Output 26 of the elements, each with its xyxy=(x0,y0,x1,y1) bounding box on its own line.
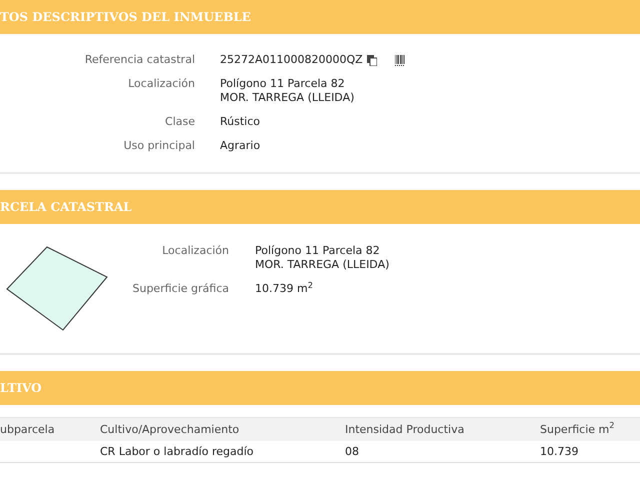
copy-icon[interactable] xyxy=(366,54,377,66)
field-value: Rústico xyxy=(220,115,260,129)
field-value: Agrario xyxy=(220,139,260,153)
section-header: TOS DESCRIPTIVOS DEL INMUEBLE xyxy=(0,0,640,34)
field-value: 10.739 m$^{2}$ xyxy=(255,282,313,296)
table-cell-text: 10.739 xyxy=(540,444,580,458)
column-header: Intensidad Productiva xyxy=(345,422,466,436)
field-value: MOR. TARREGA (LLEIDA) xyxy=(255,258,390,272)
section-header: LTIVO xyxy=(0,371,640,405)
column-header: Cultivo/Aprovechamiento xyxy=(100,422,240,436)
field-value: Polígono 11 Parcela 82 xyxy=(255,244,380,258)
field-value: Polígono 11 Parcela 82 xyxy=(220,77,345,91)
column-header: ubparcela xyxy=(0,422,56,436)
field-value: 25272A011000820000QZ xyxy=(220,53,363,67)
field-label: Uso principal xyxy=(122,139,195,153)
field-label: Localización xyxy=(161,244,229,259)
barcode-icon[interactable] xyxy=(394,54,405,66)
field-label: Localización xyxy=(127,77,195,92)
field-label: Superficie gráfica xyxy=(132,282,229,296)
column-header: Superficie m$^{2}$ xyxy=(540,422,616,436)
table-cell-text: 08 xyxy=(345,444,360,458)
section-header: RCELA CATASTRAL xyxy=(0,190,640,224)
field-value: MOR. TARREGA (LLEIDA) xyxy=(220,91,354,105)
field-label: Referencia catastral xyxy=(84,53,195,67)
field-label: Clase xyxy=(164,115,195,129)
table-cell-text: CR Labor o labradío regadío xyxy=(100,444,254,458)
